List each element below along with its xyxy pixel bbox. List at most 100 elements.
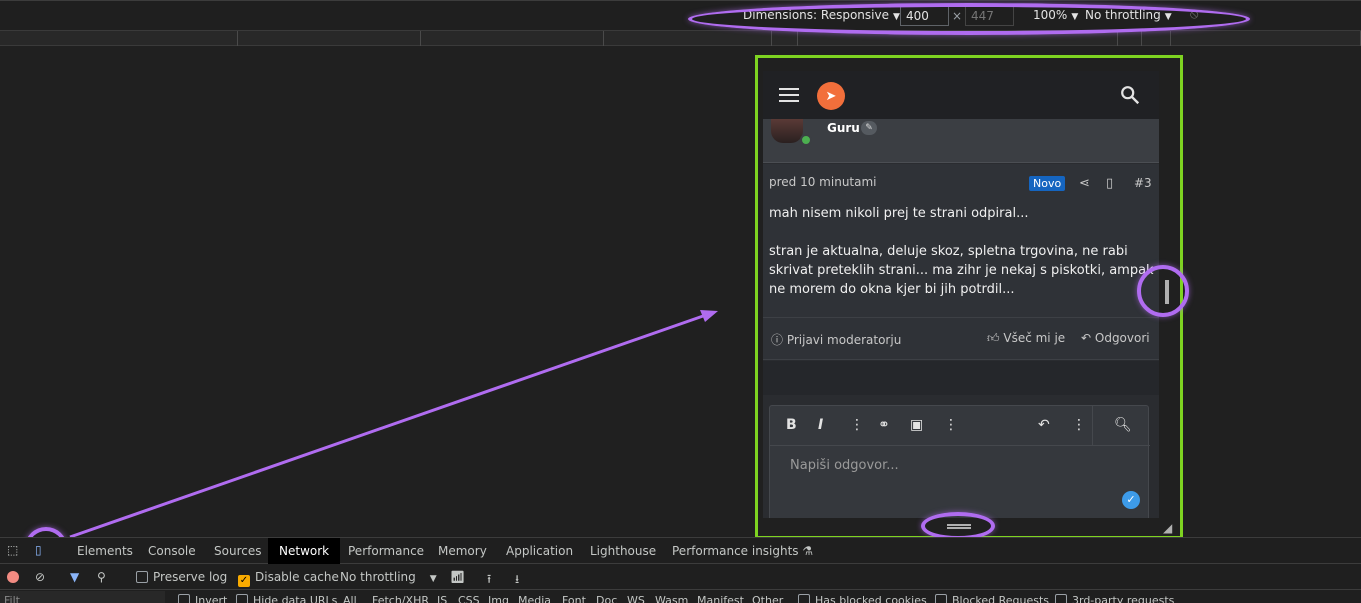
media-query-ruler (0, 30, 1361, 46)
highlight-ring-toolbar (688, 3, 1250, 35)
clear-icon[interactable]: ⊘ (35, 570, 45, 584)
resize-corner-icon[interactable]: ◢ (1163, 521, 1172, 535)
third-party-checkbox[interactable]: 3rd-party requests (1055, 594, 1174, 603)
reply-placeholder: Napiši odgovor... (790, 458, 899, 473)
preserve-log-checkbox[interactable]: Preserve log (136, 570, 227, 584)
more-icon[interactable]: ⋮ (850, 417, 864, 433)
blocked-cookies-label: Has blocked cookies (815, 594, 927, 603)
highlight-ring-bottom-handle (921, 512, 995, 540)
undo-icon[interactable]: ↶ (1038, 417, 1050, 433)
like-button[interactable]: 👍︎ Všeč mi je (987, 331, 1065, 346)
blocked-requests-checkbox[interactable]: Blocked Requests (935, 594, 1049, 603)
devtools-tabbar: ⬚ ▯ Elements Console Sources Network Per… (0, 537, 1361, 564)
user-role-icon: ✎ (861, 121, 877, 135)
third-party-label: 3rd-party requests (1072, 594, 1175, 603)
network-filter-row: Filt Invert Hide data URLs All Fetch/XHR… (0, 591, 1361, 603)
more-icon[interactable]: ⋮ (1072, 417, 1086, 433)
type-filter-css[interactable]: CSS (458, 594, 480, 603)
device-toolbar-toggle-icon[interactable]: ▯ (35, 543, 51, 559)
type-filter-ws[interactable]: WS (627, 594, 645, 603)
disable-cache-label: Disable cache (255, 570, 339, 584)
check-icon[interactable]: ✓ (1122, 491, 1140, 509)
post-paragraph: stran je aktualna, deluje skoz, spletna … (769, 244, 1154, 297)
type-filter-js[interactable]: JS (437, 594, 447, 603)
invert-checkbox[interactable]: Invert (178, 594, 227, 603)
like-label: Všeč mi je (1003, 331, 1066, 345)
menu-icon[interactable] (779, 88, 799, 102)
blocked-cookies-checkbox[interactable]: Has blocked cookies (798, 594, 927, 603)
tab-lighthouse[interactable]: Lighthouse (590, 544, 656, 558)
post-author-row: Guru ✎ (763, 119, 1159, 163)
report-button[interactable]: ⓘ Prijavi moderatorju (771, 331, 901, 348)
tab-network[interactable]: Network (268, 538, 341, 564)
tab-sources[interactable]: Sources (214, 544, 261, 558)
type-filter-all[interactable]: All (343, 594, 357, 603)
type-filter-font[interactable]: Font (562, 594, 586, 603)
inspect-element-icon[interactable]: ⬚ (7, 543, 23, 559)
type-filter-other[interactable]: Other (752, 594, 783, 603)
network-toolbar: ⊘ ▼ ⚲ Preserve log ✓ Disable cache No thr… (0, 564, 1361, 590)
reply-button[interactable]: ↶ Odgovori (1081, 331, 1150, 345)
network-conditions-icon[interactable]: 📶︎ (450, 570, 465, 584)
site-logo[interactable]: ➤ (817, 82, 845, 110)
blocked-requests-label: Blocked Requests (952, 594, 1050, 603)
bookmark-icon[interactable]: ▯ (1106, 176, 1113, 191)
reply-label: Odgovori (1094, 331, 1150, 345)
post-time[interactable]: pred 10 minutami (769, 175, 877, 189)
post-number[interactable]: #3 (1134, 176, 1152, 190)
filter-icon[interactable]: ▼ (70, 570, 79, 584)
throttling-label: No throttling (340, 570, 416, 584)
online-status-icon (800, 134, 812, 146)
tab-elements[interactable]: Elements (77, 544, 133, 558)
toolbar-divider (1092, 406, 1093, 446)
tab-memory[interactable]: Memory (438, 544, 487, 558)
device-frame-highlight: ➤ Guru ✎ pred 10 minutami Novo ⋖ ▯ #3 ma… (755, 55, 1183, 539)
avatar[interactable] (771, 119, 803, 143)
type-filter-media[interactable]: Media (518, 594, 551, 603)
type-filter-manifest[interactable]: Manifest (697, 594, 744, 603)
hide-data-urls-checkbox[interactable]: Hide data URLs (236, 594, 337, 603)
import-har-icon[interactable]: ⭱ (487, 570, 491, 591)
disable-cache-checkbox[interactable]: ✓ Disable cache (238, 570, 339, 587)
filter-input[interactable]: Filt (0, 591, 165, 603)
search-icon[interactable] (1119, 84, 1141, 106)
tab-performance-insights[interactable]: Performance insights ⚗ (672, 544, 813, 558)
image-icon[interactable]: ▣ (910, 417, 923, 433)
post-paragraph: mah nisem nikoli prej te strani odpiral.… (769, 206, 1029, 221)
new-badge: Novo (1029, 176, 1066, 191)
record-icon[interactable] (7, 571, 19, 583)
flask-icon: ⚗ (802, 544, 814, 558)
tab-label: Performance insights (672, 544, 799, 558)
preview-icon[interactable]: 🔍︎ (1114, 417, 1132, 433)
share-icon[interactable]: ⋖ (1079, 176, 1090, 191)
link-icon[interactable]: ⚭ (878, 417, 890, 433)
italic-icon[interactable]: I (818, 417, 823, 433)
type-filter-doc[interactable]: Doc (596, 594, 617, 603)
separator (763, 361, 1159, 395)
author-name[interactable]: Guru (827, 121, 860, 135)
search-icon[interactable]: ⚲ (97, 570, 106, 584)
network-throttling-dropdown[interactable]: No throttling ▼ (340, 570, 437, 584)
tab-console[interactable]: Console (148, 544, 196, 558)
type-filter-fetch[interactable]: Fetch/XHR (372, 594, 429, 603)
highlight-ring-side-handle (1137, 265, 1189, 317)
app-bar: ➤ (763, 71, 1159, 119)
bold-icon[interactable]: B (786, 417, 797, 433)
emulated-page: ➤ Guru ✎ pred 10 minutami Novo ⋖ ▯ #3 ma… (763, 71, 1159, 518)
post-body: mah nisem nikoli prej te strani odpiral.… (769, 204, 1155, 318)
report-label: Prijavi moderatorju (786, 333, 902, 347)
invert-label: Invert (195, 594, 228, 603)
export-har-icon[interactable]: ⭳ (515, 570, 519, 591)
devtools-window: Dimensions: Responsive▼ × 100%▼ No throt… (0, 0, 1361, 603)
preserve-log-label: Preserve log (153, 570, 228, 584)
more-icon[interactable]: ⋮ (944, 417, 958, 433)
reply-editor[interactable]: B I ⋮ ⚭ ▣ ⋮ ↶ ⋮ 🔍︎ Napiši odgovor... ✓ (769, 405, 1150, 518)
tab-application[interactable]: Application (506, 544, 573, 558)
tab-performance[interactable]: Performance (348, 544, 424, 558)
type-filter-img[interactable]: Img (488, 594, 509, 603)
post-actions: ⓘ Prijavi moderatorju 👍︎ Všeč mi je ↶ Od… (763, 317, 1159, 357)
caret-down-icon: ▼ (429, 574, 437, 584)
editor-toolbar: B I ⋮ ⚭ ▣ ⋮ ↶ ⋮ 🔍︎ (770, 406, 1150, 446)
type-filter-wasm[interactable]: Wasm (655, 594, 688, 603)
hide-data-urls-label: Hide data URLs (253, 594, 338, 603)
